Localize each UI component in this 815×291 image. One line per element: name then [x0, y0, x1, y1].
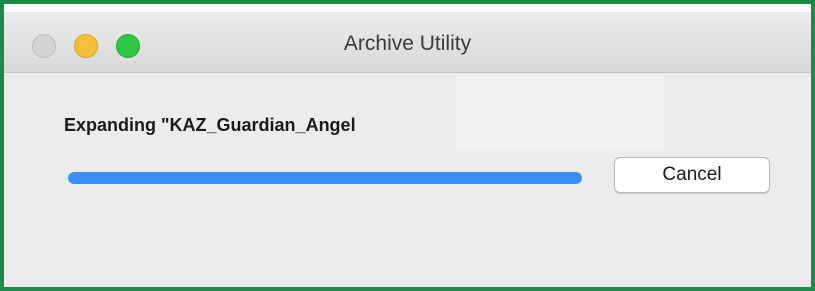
- screenshot-frame: Archive Utility Expanding "KAZ_Guardian_…: [0, 0, 815, 291]
- dialog-content: Expanding "KAZ_Guardian_Angel Cancel: [4, 73, 811, 287]
- title-bar[interactable]: Archive Utility: [4, 20, 811, 73]
- redaction-overlay: [456, 75, 664, 151]
- background-window-strip: [4, 4, 811, 12]
- expanding-status-text: Expanding "KAZ_Guardian_Angel: [64, 115, 356, 135]
- progress-bar-fill: [68, 172, 582, 184]
- cancel-button[interactable]: Cancel: [614, 157, 770, 193]
- window-title: Archive Utility: [343, 32, 472, 55]
- progress-bar: [68, 172, 582, 184]
